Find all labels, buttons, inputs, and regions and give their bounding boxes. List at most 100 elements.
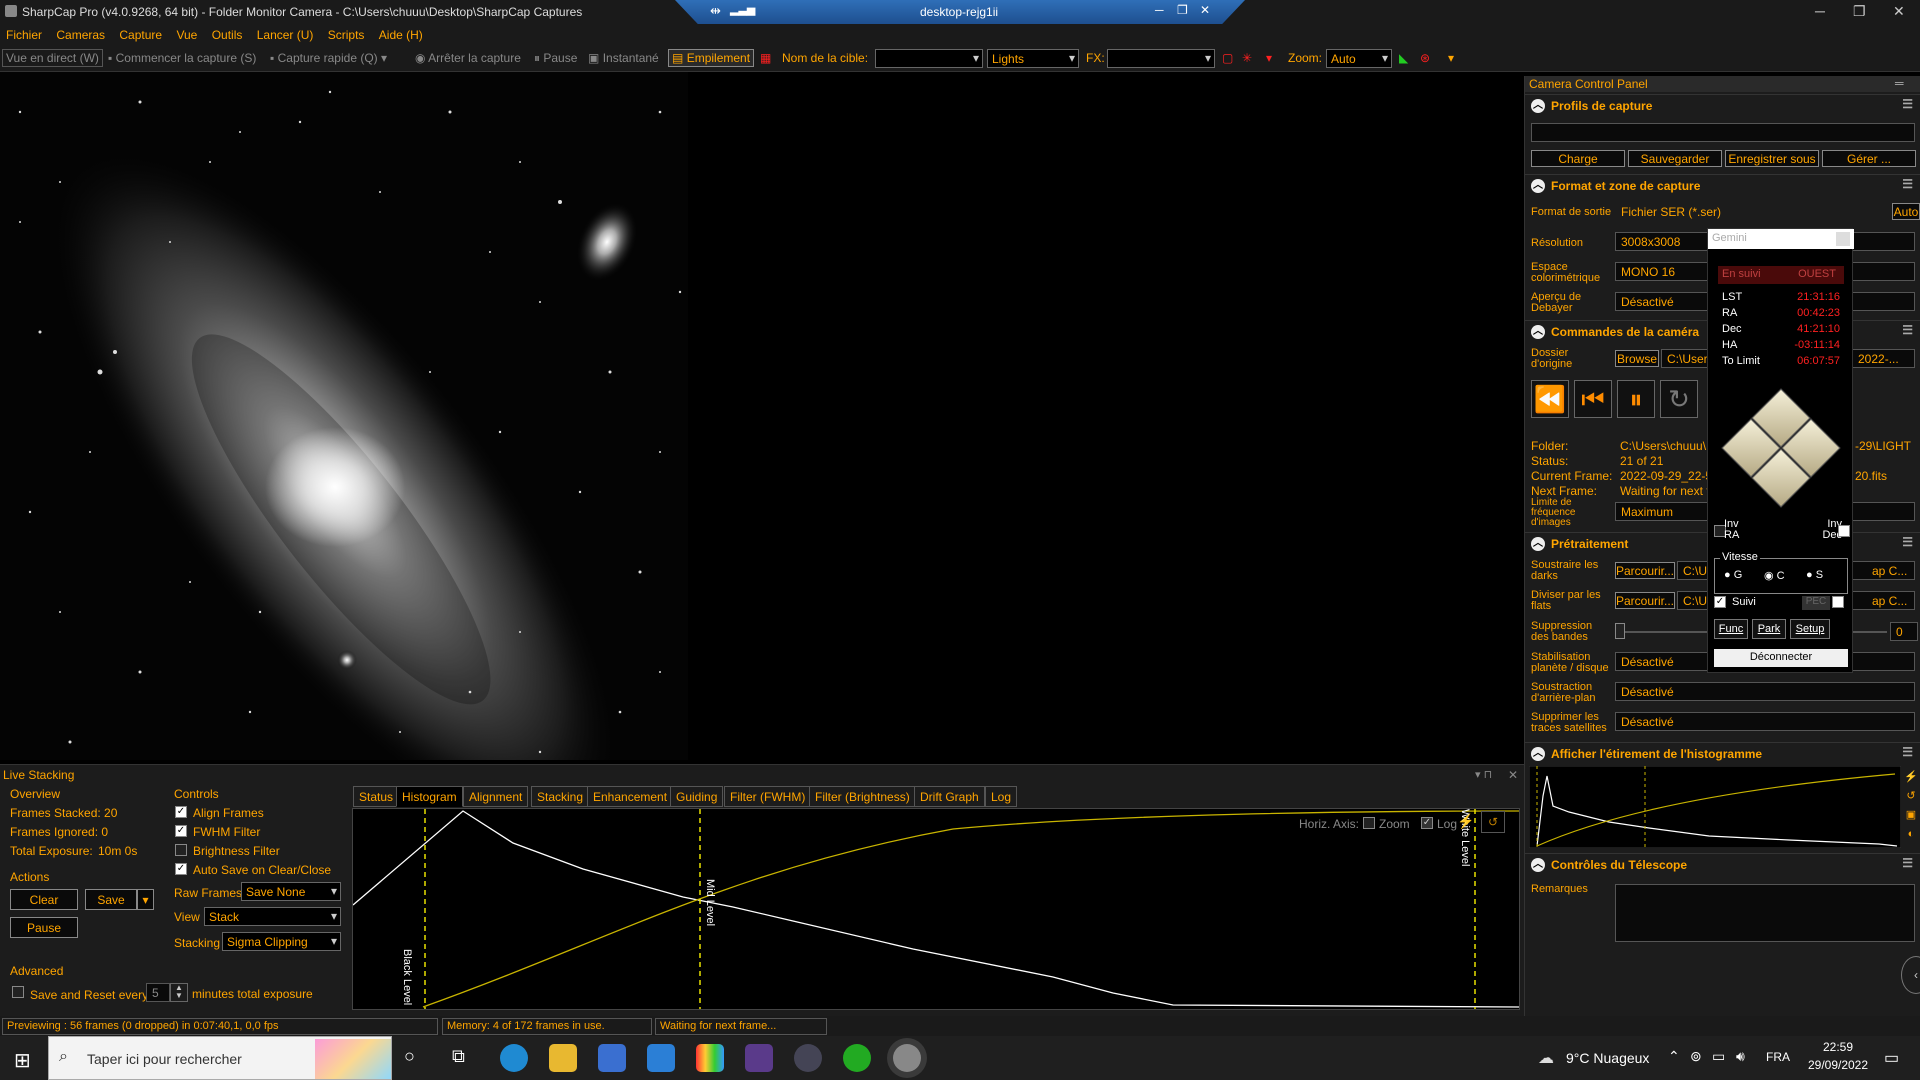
tab-status[interactable]: Status [353, 786, 400, 807]
browse-button[interactable]: Browse [1615, 350, 1659, 367]
weather-text[interactable]: 9°C Nuageux [1566, 1050, 1649, 1066]
pec-checkbox[interactable] [1832, 596, 1844, 608]
tab-log[interactable]: Log [985, 786, 1018, 807]
collapse-icon[interactable]: ︿ [1531, 179, 1545, 193]
live-view-button[interactable]: Vue en direct (W) [2, 49, 103, 67]
start-capture-button[interactable]: ▪ Commencer la capture (S) [108, 51, 256, 65]
pause-stack-button[interactable]: Pause [10, 917, 78, 938]
tab-enhancement[interactable]: Enhancement [587, 786, 674, 807]
mini-histogram[interactable] [1529, 766, 1901, 848]
log-checkbox[interactable]: ✓ [1421, 817, 1433, 829]
auto-save-checkbox[interactable]: ✓ [175, 863, 187, 875]
tab-guiding[interactable]: Guiding [670, 786, 724, 807]
zoom-checkbox[interactable] [1363, 817, 1375, 829]
panel-pin-icon[interactable]: ▾ ⊓ [1475, 768, 1492, 781]
focus-icon[interactable]: ⊛ [1420, 51, 1430, 65]
mail-icon[interactable] [647, 1044, 675, 1072]
refresh-button[interactable]: ↻ [1660, 380, 1698, 418]
view-combo[interactable]: Stack [204, 907, 341, 926]
darks-browse-button[interactable]: Parcourir... [1615, 562, 1675, 579]
close-icon[interactable]: ✕ [1893, 3, 1905, 20]
rd-close-icon[interactable]: ✕ [1200, 3, 1210, 17]
save-button[interactable]: Save [85, 889, 137, 910]
tab-filter-brightness[interactable]: Filter (Brightness) [809, 786, 916, 807]
tab-alignment[interactable]: Alignment [463, 786, 529, 807]
rewind-button[interactable]: ⏪ [1531, 380, 1569, 418]
stacking-button[interactable]: ▤ Empilement [668, 49, 755, 67]
maximize-icon[interactable]: ❐ [1853, 3, 1866, 20]
gemini-close-icon[interactable] [1836, 232, 1850, 246]
collapse-icon[interactable]: ︿ [1531, 747, 1545, 761]
collapse-icon[interactable]: ︿ [1531, 537, 1545, 551]
manage-profiles-button[interactable]: Gérer ... [1822, 150, 1916, 167]
track-checkbox[interactable]: ✓ [1714, 596, 1726, 608]
panel-menu-icon[interactable]: ═ [1895, 76, 1904, 90]
load-profile-button[interactable]: Charge [1531, 150, 1625, 167]
background-sub-combo[interactable]: Désactivé [1615, 682, 1915, 701]
histogram-icon[interactable]: ◣ [1399, 51, 1408, 65]
menu-lancer[interactable]: Lancer (U) [251, 24, 319, 42]
menu-vue[interactable]: Vue [170, 24, 202, 42]
zoom-combo[interactable]: Auto [1326, 49, 1392, 68]
crosshair-icon[interactable]: ✳ [1242, 51, 1252, 65]
hamburger-icon[interactable]: ☰ [1902, 745, 1913, 759]
collapse-icon[interactable]: ︿ [1531, 858, 1545, 872]
setup-button[interactable]: Setup [1790, 619, 1830, 639]
clock-time[interactable]: 22:59 [1798, 1040, 1878, 1054]
reset-stretch-icon[interactable]: ↺ [1481, 811, 1505, 833]
section-header-format[interactable]: ︿ Format et zone de capture ☰ [1525, 174, 1920, 196]
speed-g-radio[interactable]: ● G [1724, 569, 1742, 581]
notification-icon[interactable]: ▭ [1884, 1048, 1899, 1068]
tab-drift-graph[interactable]: Drift Graph [914, 786, 985, 807]
tab-filter-fwhm[interactable]: Filter (FWHM) [724, 786, 812, 807]
speed-c-radio[interactable]: ◉ C [1764, 569, 1785, 582]
overlay-dropdown-icon[interactable]: ▾ [1266, 51, 1272, 65]
network-icon[interactable]: ▭ [1712, 1048, 1725, 1065]
section-header-telescope[interactable]: ︿ Contrôles du Télescope ☰ [1525, 853, 1920, 875]
fx-combo[interactable] [1107, 49, 1215, 68]
skip-back-button[interactable]: ⏮ [1574, 380, 1612, 418]
menu-cameras[interactable]: Cameras [50, 24, 110, 42]
search-box[interactable]: ⌕ Taper ici pour rechercher [48, 1036, 392, 1080]
histogram-tools[interactable]: ⚡ ↺ ▣ ◐ [1903, 768, 1919, 848]
cortana-icon[interactable]: ○ [404, 1046, 415, 1067]
reset-icon[interactable]: ↺ [1903, 787, 1919, 806]
auto-stretch-icon[interactable]: ⚡ [1457, 813, 1474, 830]
stellarium-icon[interactable] [745, 1044, 773, 1072]
section-header-profiles[interactable]: ︿ Profils de capture ☰ [1525, 94, 1920, 116]
volume-icon[interactable]: 🔊︎ [1736, 1048, 1745, 1065]
park-button[interactable]: Park [1752, 619, 1786, 639]
collapse-icon[interactable]: ︿ [1531, 325, 1545, 339]
menu-fichier[interactable]: Fichier [0, 24, 47, 42]
save-icon[interactable]: ▣ [1903, 806, 1919, 825]
satellite-combo[interactable]: Désactivé [1615, 712, 1915, 731]
inv-dec-checkbox[interactable] [1838, 525, 1850, 537]
stop-capture-button[interactable]: ◉ Arrêter la capture [415, 51, 521, 65]
clear-button[interactable]: Clear [10, 889, 78, 910]
target-name-combo[interactable] [875, 49, 983, 68]
more-dropdown-icon[interactable]: ▾ [1448, 51, 1454, 65]
windows-start-icon[interactable]: ⊞ [14, 1048, 31, 1073]
profile-combo[interactable] [1531, 123, 1915, 142]
hamburger-icon[interactable]: ☰ [1902, 97, 1913, 111]
pause-button[interactable]: ⏸ Pause [534, 51, 577, 66]
quick-capture-button[interactable]: ▪ Capture rapide (Q) ▾ [270, 51, 387, 65]
disconnect-button[interactable]: Déconnecter [1714, 649, 1848, 667]
fwhm-filter-checkbox[interactable]: ✓ [175, 825, 187, 837]
bolt-icon[interactable]: ⚡ [1903, 768, 1919, 787]
flats-browse-button[interactable]: Parcourir... [1615, 592, 1675, 609]
output-format-combo[interactable]: Fichier SER (*.ser) [1615, 202, 1889, 221]
hamburger-icon[interactable]: ☰ [1902, 856, 1913, 870]
tray-app-icon[interactable]: ⊚ [1690, 1048, 1702, 1065]
remarks-textarea[interactable] [1615, 884, 1915, 942]
edge-icon[interactable] [500, 1044, 528, 1072]
ascom-icon[interactable] [794, 1044, 822, 1072]
save-reset-input[interactable]: 5 [146, 983, 170, 1002]
auto-button[interactable]: Auto [1892, 203, 1920, 220]
tab-histogram[interactable]: Histogram [396, 786, 463, 807]
reticle-icon[interactable]: ▢ [1222, 51, 1233, 65]
stack-histogram[interactable]: Black Level Mid Level White Level Horiz.… [352, 808, 1520, 1010]
panel-close-icon[interactable]: ✕ [1508, 768, 1518, 782]
save-reset-checkbox[interactable] [12, 986, 24, 998]
banding-slider-thumb[interactable] [1615, 623, 1625, 639]
